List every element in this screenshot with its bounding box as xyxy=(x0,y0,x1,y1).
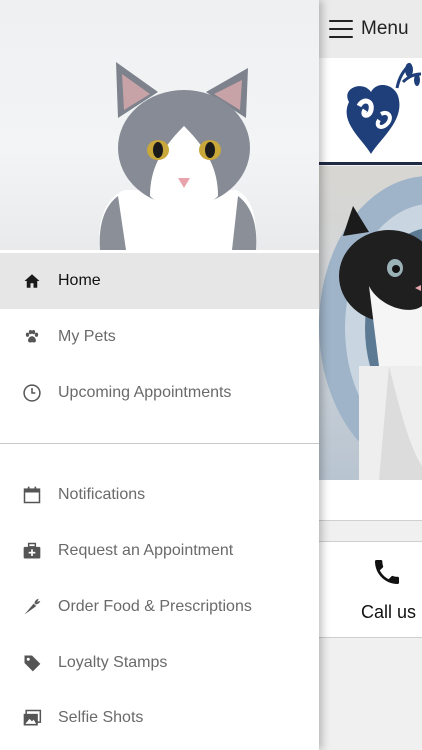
phone-icon xyxy=(371,556,403,593)
clinic-logo xyxy=(319,58,422,164)
hamburger-icon xyxy=(329,20,353,38)
menu-button[interactable]: Menu xyxy=(329,16,409,42)
medical-kit-icon xyxy=(22,541,42,561)
home-icon xyxy=(22,271,42,291)
nav-item-label: Selfie Shots xyxy=(58,709,144,726)
nav-item-request-appointment[interactable]: Request an Appointment xyxy=(0,523,319,579)
nav-divider xyxy=(0,443,319,444)
paw-icon xyxy=(22,327,42,347)
menu-label: Menu xyxy=(361,18,409,39)
photos-icon xyxy=(22,708,42,728)
call-us-button[interactable]: Call us xyxy=(319,541,422,638)
top-bar: Menu xyxy=(319,0,422,58)
nav-item-label: Order Food & Prescriptions xyxy=(58,598,252,615)
nav-item-home[interactable]: Home xyxy=(0,253,319,309)
nav-item-my-pets[interactable]: My Pets xyxy=(0,309,319,365)
calendar-icon xyxy=(22,485,42,505)
navigation-drawer: Home My Pets Upcoming Appointments Notif… xyxy=(0,0,319,750)
logo-divider xyxy=(319,162,422,165)
nav-item-label: Loyalty Stamps xyxy=(58,654,168,671)
home-page-background: Menu Call us xyxy=(319,0,422,750)
clock-icon xyxy=(22,383,42,403)
nav-item-notifications[interactable]: Notifications xyxy=(0,467,319,523)
nav-item-selfie-shots[interactable]: Selfie Shots xyxy=(0,690,319,746)
nav-item-label: Upcoming Appointments xyxy=(58,384,232,401)
nav-item-loyalty-stamps[interactable]: Loyalty Stamps xyxy=(0,635,319,691)
nav-item-upcoming-appointments[interactable]: Upcoming Appointments xyxy=(0,365,319,421)
nav-item-label: Notifications xyxy=(58,486,146,503)
kitten-photo xyxy=(319,166,422,480)
nav-item-label: Request an Appointment xyxy=(58,542,234,559)
nav-item-label: Home xyxy=(58,272,101,289)
nav-item-order-food-prescriptions[interactable]: Order Food & Prescriptions xyxy=(0,579,319,635)
drawer-header-cat-photo xyxy=(0,0,319,250)
nav-item-label: My Pets xyxy=(58,328,116,345)
content-strip xyxy=(319,480,422,521)
tag-icon xyxy=(22,653,42,673)
call-us-label: Call us xyxy=(361,602,417,622)
carrot-icon xyxy=(22,597,42,617)
